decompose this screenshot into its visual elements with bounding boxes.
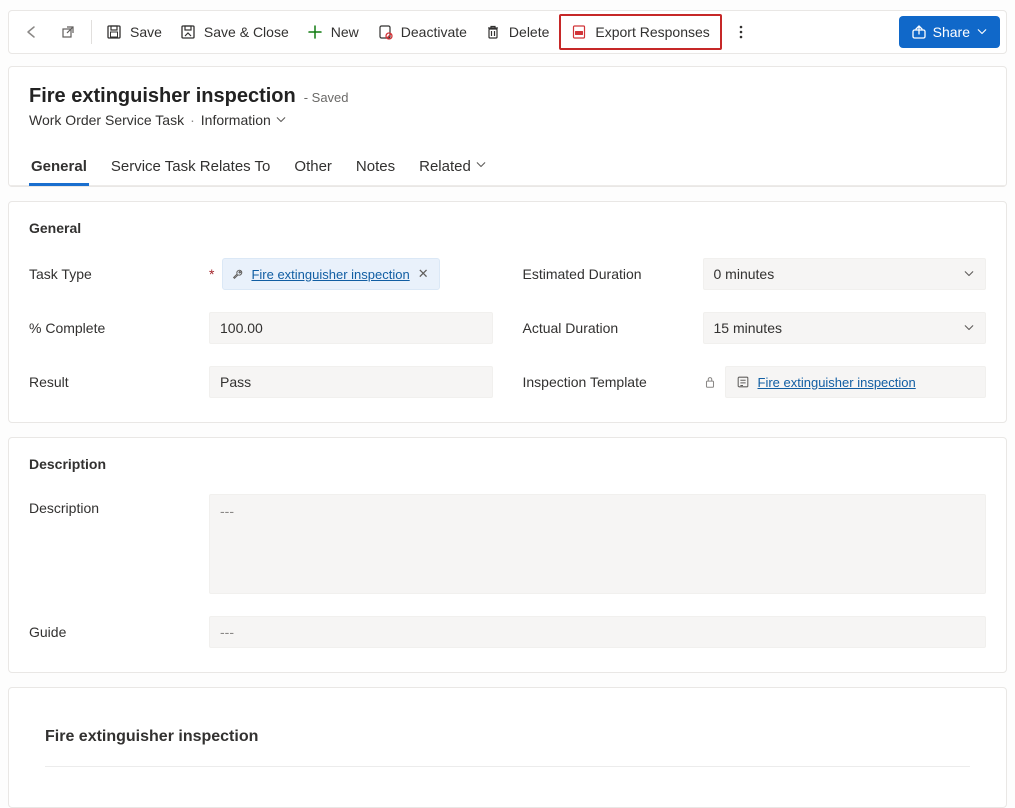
est-duration-label: Estimated Duration — [523, 266, 703, 282]
chevron-down-icon — [475, 159, 487, 171]
chevron-down-icon — [976, 26, 988, 38]
actual-duration-field[interactable]: 15 minutes — [703, 312, 987, 344]
page-title: Fire extinguisher inspection — [29, 85, 296, 108]
actual-duration-label: Actual Duration — [523, 320, 703, 336]
back-icon — [24, 24, 40, 40]
description-value: --- — [220, 503, 234, 519]
more-icon — [733, 24, 749, 40]
save-icon — [106, 24, 122, 40]
section-general: General Task Type * Fire extinguisher in… — [8, 201, 1007, 423]
delete-label: Delete — [509, 24, 549, 40]
divider — [45, 766, 970, 767]
back-button[interactable] — [15, 14, 49, 50]
section-description: Description Description --- Guide --- — [8, 437, 1007, 673]
export-responses-label: Export Responses — [595, 24, 709, 40]
section-title: General — [29, 220, 986, 236]
description-field[interactable]: --- — [209, 494, 986, 594]
deactivate-label: Deactivate — [401, 24, 467, 40]
section-inspection: Fire extinguisher inspection — [8, 687, 1007, 808]
chevron-down-icon — [963, 268, 975, 280]
export-responses-button[interactable]: Export Responses — [559, 14, 721, 50]
share-label: Share — [933, 24, 970, 40]
insp-template-field[interactable]: Fire extinguisher inspection — [725, 366, 987, 398]
form-header-card: Fire extinguisher inspection - Saved Wor… — [8, 66, 1007, 187]
task-type-field[interactable]: Fire extinguisher inspection ✕ — [222, 258, 492, 290]
delete-icon — [485, 24, 501, 40]
entity-icon — [736, 375, 750, 389]
deactivate-icon — [377, 24, 393, 40]
task-type-chip: Fire extinguisher inspection ✕ — [222, 258, 439, 290]
lock-icon — [703, 375, 719, 389]
insp-template-link[interactable]: Fire extinguisher inspection — [758, 375, 916, 390]
tab-label: Related — [419, 158, 471, 175]
tab-label: Other — [294, 158, 332, 175]
pdf-icon — [571, 24, 587, 40]
tab-label: Service Task Relates To — [111, 158, 271, 175]
save-close-button[interactable]: Save & Close — [172, 14, 297, 50]
remove-chip-button[interactable]: ✕ — [416, 266, 431, 282]
plus-icon — [307, 24, 323, 40]
wrench-icon — [231, 267, 245, 281]
task-type-label: Task Type — [29, 266, 209, 282]
tab-other[interactable]: Other — [292, 150, 334, 185]
task-type-link[interactable]: Fire extinguisher inspection — [251, 267, 409, 282]
tab-relates[interactable]: Service Task Relates To — [109, 150, 273, 185]
guide-value: --- — [220, 624, 234, 640]
result-label: Result — [29, 374, 209, 390]
result-value: Pass — [220, 374, 251, 390]
percent-complete-field[interactable]: 100.00 — [209, 312, 493, 344]
save-status: - Saved — [304, 90, 349, 105]
tab-notes[interactable]: Notes — [354, 150, 397, 185]
description-label: Description — [29, 494, 209, 516]
chevron-down-icon — [963, 322, 975, 334]
actual-duration-value: 15 minutes — [714, 320, 782, 336]
tab-label: General — [31, 158, 87, 175]
guide-field[interactable]: --- — [209, 616, 986, 648]
save-close-label: Save & Close — [204, 24, 289, 40]
entity-name: Work Order Service Task — [29, 112, 184, 128]
form-picker-label: Information — [201, 112, 271, 128]
popout-button[interactable] — [51, 14, 85, 50]
popout-icon — [60, 24, 76, 40]
result-field[interactable]: Pass — [209, 366, 493, 398]
separator — [91, 20, 92, 44]
new-label: New — [331, 24, 359, 40]
insp-template-label: Inspection Template — [523, 374, 703, 390]
overflow-button[interactable] — [724, 14, 758, 50]
tab-label: Notes — [356, 158, 395, 175]
tab-related[interactable]: Related — [417, 150, 489, 185]
tab-general[interactable]: General — [29, 150, 89, 185]
form-picker[interactable]: Information — [201, 112, 287, 128]
inspection-title: Fire extinguisher inspection — [37, 706, 978, 756]
dot-separator: · — [190, 112, 195, 128]
est-duration-field[interactable]: 0 minutes — [703, 258, 987, 290]
tabs: General Service Task Relates To Other No… — [9, 150, 1006, 186]
save-label: Save — [130, 24, 162, 40]
command-bar: Save Save & Close New Deactivate Delete … — [8, 10, 1007, 54]
save-close-icon — [180, 24, 196, 40]
new-button[interactable]: New — [299, 14, 367, 50]
share-button[interactable]: Share — [899, 16, 1000, 48]
save-button[interactable]: Save — [98, 14, 170, 50]
percent-complete-value: 100.00 — [220, 320, 263, 336]
est-duration-value: 0 minutes — [714, 266, 775, 282]
chevron-down-icon — [275, 114, 287, 126]
share-icon — [911, 24, 927, 40]
section-title: Description — [29, 456, 986, 472]
required-marker: * — [209, 266, 214, 282]
percent-complete-label: % Complete — [29, 320, 209, 336]
delete-button[interactable]: Delete — [477, 14, 557, 50]
lookup-search-button[interactable] — [446, 258, 478, 290]
guide-label: Guide — [29, 624, 209, 640]
deactivate-button[interactable]: Deactivate — [369, 14, 475, 50]
